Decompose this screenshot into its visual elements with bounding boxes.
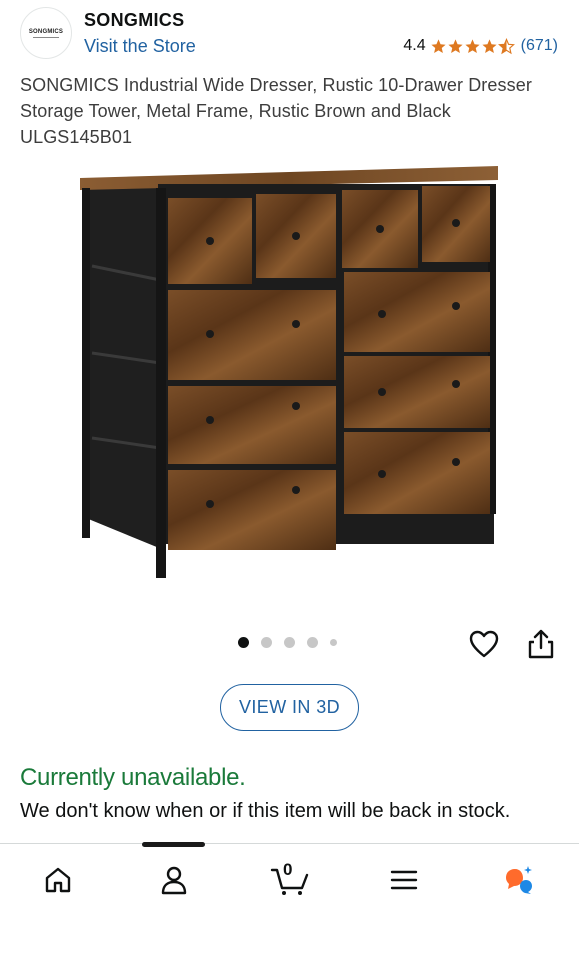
tab-home[interactable] [38,860,78,900]
availability-note: We don't know when or if this item will … [20,800,511,822]
view-in-3d-button[interactable]: VIEW IN 3D [220,684,359,731]
carousel-dot[interactable] [330,639,337,646]
carousel-dot[interactable] [284,637,295,648]
star-half-icon [497,37,515,54]
rating-value: 4.4 [403,37,426,54]
visit-store-link[interactable]: Visit the Store [84,36,196,57]
rating-count-link[interactable]: (671) [521,37,558,55]
image-carousel-dots[interactable] [238,637,349,648]
brand-logo-text: SONGMICS [28,28,64,35]
carousel-dot[interactable] [307,637,318,648]
rating-summary[interactable]: 4.4 (671) [403,37,558,55]
star-full-icon [448,38,463,53]
cart-count-badge: 0 [283,860,293,879]
carousel-dot[interactable] [261,637,272,648]
rating-stars [430,37,515,55]
brand-name: SONGMICS [84,10,185,30]
tab-cart[interactable]: 0 [268,860,312,900]
product-title: SONGMICS Industrial Wide Dresser, Rustic… [20,75,532,147]
star-full-icon [482,38,497,53]
star-full-icon [431,38,446,53]
carousel-dot[interactable] [238,637,249,648]
product-header: SONGMICS SONGMICS Visit the Store 4.4 (6… [0,0,579,70]
star-full-icon [465,38,480,53]
brand-logo[interactable]: SONGMICS [20,7,72,59]
home-icon [45,867,71,893]
heart-icon[interactable] [468,628,500,660]
account-icon [161,866,187,895]
menu-icon [390,870,418,890]
share-icon[interactable] [526,628,556,660]
dresser-illustration [80,166,498,578]
tab-assistant[interactable] [498,860,538,900]
brand-logo-underline [33,36,59,38]
active-tab-indicator [142,842,205,847]
tab-account[interactable] [154,860,194,900]
assistant-icon [506,866,532,894]
tab-menu[interactable] [384,860,424,900]
bottom-tab-bar: 0 [0,842,579,960]
availability-status: Currently unavailable. [20,764,246,791]
product-image[interactable] [72,158,504,588]
